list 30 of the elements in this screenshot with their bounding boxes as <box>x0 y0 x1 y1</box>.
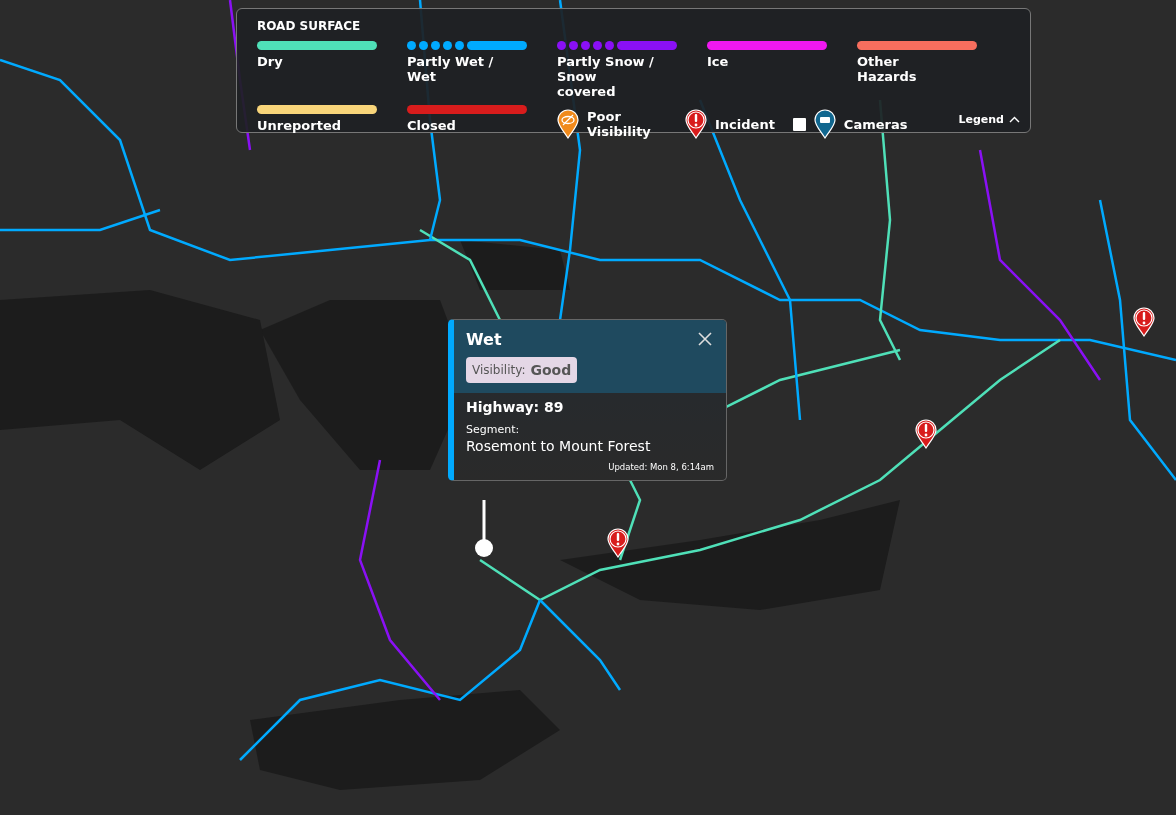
incident-marker-icon <box>685 109 707 139</box>
legend-label: Partly Wet / Wet <box>407 54 495 84</box>
incident-marker-icon <box>1133 307 1155 337</box>
incident-marker-icon <box>607 528 629 558</box>
segment-label: Segment: <box>466 423 521 436</box>
chevron-up-icon <box>1009 116 1020 123</box>
legend-label: Dry <box>257 54 284 69</box>
segment-name: Rosemont to Mount Forest <box>466 438 652 454</box>
visibility-marker-icon <box>557 109 579 139</box>
visibility-value: Good <box>530 362 572 378</box>
legend-label: Ice <box>707 54 730 69</box>
legend-label: Cameras <box>843 116 908 132</box>
legend-label: Unreported <box>257 118 343 133</box>
camera-marker-icon <box>813 109 836 139</box>
legend-toggle[interactable]: Legend <box>958 113 1020 126</box>
legend-label: Incident <box>715 116 775 132</box>
legend-title: ROAD SURFACE <box>257 19 361 33</box>
visibility-label: Visibility: <box>472 363 526 377</box>
close-icon <box>698 332 712 346</box>
legend-label: Other Hazards <box>857 54 918 84</box>
close-button[interactable] <box>698 332 712 346</box>
incident-marker-icon <box>915 419 937 449</box>
legend-label: Closed <box>407 118 457 133</box>
popup-pin-icon <box>474 500 494 558</box>
updated-time: Updated: Mon 8, 6:14am <box>608 462 714 472</box>
legend-label: Partly Snow / Snow covered <box>557 54 655 99</box>
cameras-checkbox[interactable] <box>792 117 806 131</box>
legend-label: Poor Visibility <box>587 109 652 139</box>
highway-label: Highway: 89 <box>466 399 565 415</box>
condition-title: Wet <box>466 330 502 349</box>
